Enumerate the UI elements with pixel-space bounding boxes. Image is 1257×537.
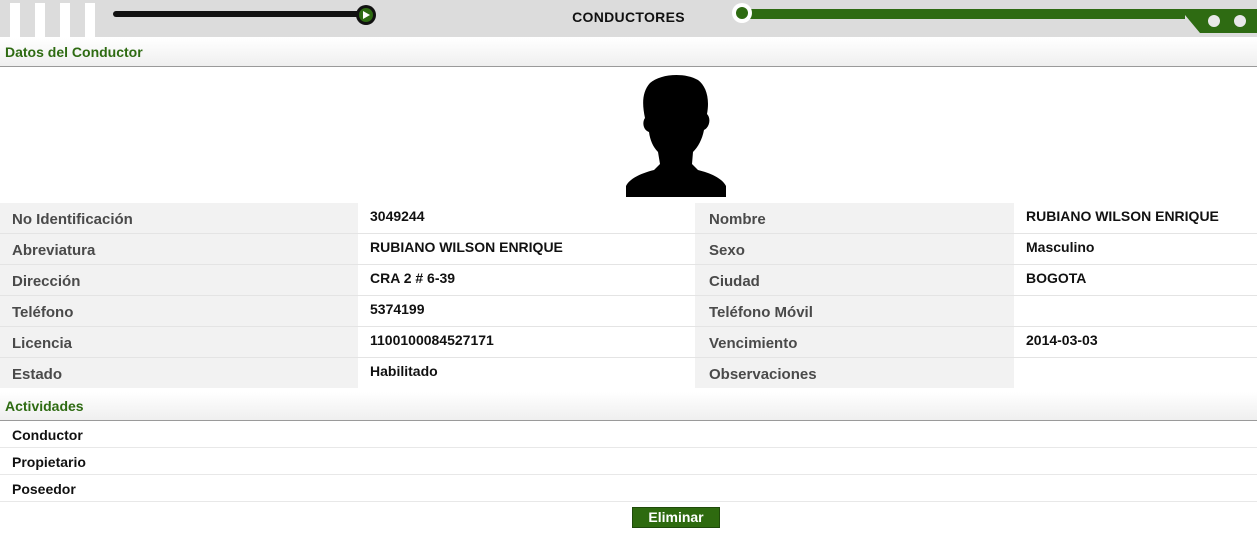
driver-details-table: No Identificación 3049244 Nombre RUBIANO… xyxy=(0,203,1257,389)
label-id-number: No Identificación xyxy=(0,203,358,233)
section-title: Datos del Conductor xyxy=(5,44,143,60)
label-city: Ciudad xyxy=(695,265,1014,295)
label-mobile-phone: Teléfono Móvil xyxy=(695,296,1014,326)
details-row: Abreviatura RUBIANO WILSON ENRIQUE Sexo … xyxy=(0,234,1257,265)
list-item: Propietario xyxy=(0,448,1257,475)
label-name: Nombre xyxy=(695,203,1014,233)
section-header-driver-data: Datos del Conductor xyxy=(0,38,1257,67)
value-abbreviation: RUBIANO WILSON ENRIQUE xyxy=(370,239,563,255)
label-license: Licencia xyxy=(0,327,358,357)
details-row: Teléfono 5374199 Teléfono Móvil xyxy=(0,296,1257,327)
value-observations xyxy=(1014,358,1257,388)
label-status: Estado xyxy=(0,358,358,388)
delete-button[interactable]: Eliminar xyxy=(632,507,720,528)
value-name: RUBIANO WILSON ENRIQUE xyxy=(1026,208,1219,224)
value-city: BOGOTA xyxy=(1026,270,1087,286)
label-abbreviation: Abreviatura xyxy=(0,234,358,264)
value-mobile-phone xyxy=(1014,296,1257,326)
details-row: Dirección CRA 2 # 6-39 Ciudad BOGOTA xyxy=(0,265,1257,296)
label-sex: Sexo xyxy=(695,234,1014,264)
details-row: Licencia 1100100084527171 Vencimiento 20… xyxy=(0,327,1257,358)
label-address: Dirección xyxy=(0,265,358,295)
value-status: Habilitado xyxy=(370,363,438,379)
person-silhouette-icon xyxy=(626,74,726,197)
value-address: CRA 2 # 6-39 xyxy=(370,270,456,286)
page-title: CONDUCTORES xyxy=(572,9,685,25)
value-license: 1100100084527171 xyxy=(370,332,494,348)
value-id-number: 3049244 xyxy=(370,208,425,224)
details-row: No Identificación 3049244 Nombre RUBIANO… xyxy=(0,203,1257,234)
list-item: Conductor xyxy=(0,421,1257,448)
section-title: Actividades xyxy=(5,398,84,414)
value-phone: 5374199 xyxy=(370,301,425,317)
details-row: Estado Habilitado Observaciones xyxy=(0,358,1257,389)
label-observations: Observaciones xyxy=(695,358,1014,388)
section-header-activities: Actividades xyxy=(0,392,1257,421)
value-sex: Masculino xyxy=(1026,239,1095,255)
label-expiration: Vencimiento xyxy=(695,327,1014,357)
app-header: CONDUCTORES xyxy=(0,0,1257,37)
value-expiration: 2014-03-03 xyxy=(1026,332,1098,348)
label-phone: Teléfono xyxy=(0,296,358,326)
activities-list: Conductor Propietario Poseedor xyxy=(0,421,1257,502)
list-item: Poseedor xyxy=(0,475,1257,502)
